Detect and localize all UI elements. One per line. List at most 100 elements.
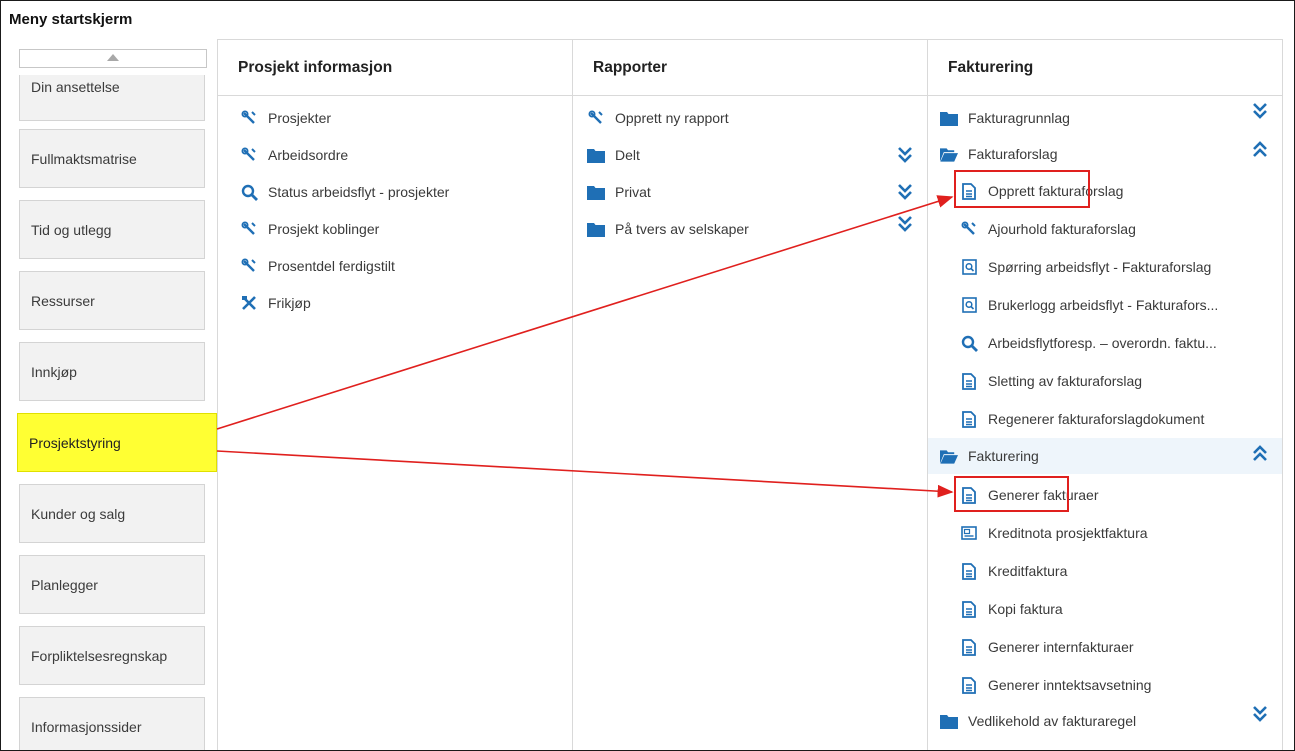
folder-icon: [587, 220, 605, 238]
menu-item-label: Frikjøp: [268, 295, 311, 311]
folder-icon: [940, 109, 958, 127]
chevron-double-up-icon[interactable]: [1252, 140, 1268, 158]
sidebar-item-ressurser[interactable]: Ressurser: [19, 271, 205, 330]
menu-item-generer-inntektsavsetning[interactable]: Generer inntektsavsetning: [928, 667, 1282, 703]
menu-item-label: Prosentdel ferdigstilt: [268, 258, 395, 274]
menu-item-sletting-av-fakturaforslag[interactable]: Sletting av fakturaforslag: [928, 363, 1282, 399]
menu-item-label: Spørring arbeidsflyt - Fakturaforslag: [988, 259, 1212, 275]
query-document-icon: [960, 296, 978, 314]
sidebar-item-label: Tid og utlegg: [31, 221, 112, 238]
folder-icon: [940, 712, 958, 730]
chevron-double-down-icon[interactable]: [897, 215, 913, 233]
menu-item-generer-internfakturaer[interactable]: Generer internfakturaer: [928, 629, 1282, 665]
folder-icon: [587, 146, 605, 164]
column-rapporter: Rapporter Opprett ny rapport Delt Privat…: [572, 40, 927, 750]
menu-item-kreditfaktura[interactable]: Kreditfaktura: [928, 553, 1282, 589]
chevron-double-down-icon[interactable]: [1252, 102, 1268, 120]
sidebar-item-label: Forpliktelsesregnskap: [31, 647, 168, 664]
tools-icon: [960, 220, 978, 238]
menu-item-regenerer-fakturaforslagdokument[interactable]: Regenerer fakturaforslagdokument: [928, 401, 1282, 437]
menu-item-ajourhold-fakturaforslag[interactable]: Ajourhold fakturaforslag: [928, 211, 1282, 247]
menu-item-label: Status arbeidsflyt - prosjekter: [268, 184, 450, 200]
sidebar-item-planlegger[interactable]: Planlegger: [19, 555, 205, 614]
window-title: Meny startskjerm: [9, 11, 133, 28]
menu-item-label: Fakturaforslag: [968, 146, 1058, 162]
menu-item-status-arbeidsflyt[interactable]: Status arbeidsflyt - prosjekter: [218, 174, 572, 210]
sidebar-item-din-ansettelse[interactable]: Din ansettelse: [19, 75, 205, 121]
menu-item-label: Generer inntektsavsetning: [988, 677, 1152, 693]
menu-item-kreditnota-prosjektfaktura[interactable]: Kreditnota prosjektfaktura: [928, 515, 1282, 551]
menu-item-opprett-ny-rapport[interactable]: Opprett ny rapport: [573, 100, 927, 136]
menu-item-sporring-arbeidsflyt[interactable]: Spørring arbeidsflyt - Fakturaforslag: [928, 249, 1282, 285]
scroll-up-button[interactable]: [19, 49, 207, 68]
menu-item-label: Arbeidsordre: [268, 147, 349, 163]
sidebar-item-forpliktelsesregnskap[interactable]: Forpliktelsesregnskap: [19, 626, 205, 685]
search-icon: [240, 183, 258, 201]
tools-icon: [240, 109, 258, 127]
folder-fakturagrunnlag[interactable]: Fakturagrunnlag: [928, 100, 1282, 136]
sidebar-item-label: Fullmaktsmatrise: [31, 150, 137, 167]
sidebar-item-label: Prosjektstyring: [29, 434, 121, 451]
folder-delt[interactable]: Delt: [573, 137, 927, 173]
tools-icon: [587, 109, 605, 127]
menu-item-prosentdel-ferdigstilt[interactable]: Prosentdel ferdigstilt: [218, 248, 572, 284]
column-title: Fakturering: [928, 40, 1282, 96]
document-icon: [960, 372, 978, 390]
menu-item-label: Vedlikehold av fakturaregel: [968, 713, 1137, 729]
menu-columns: Prosjekt informasjon Prosjekter Arbeidso…: [217, 39, 1283, 750]
menu-item-label: Kopi faktura: [988, 601, 1063, 617]
tools-icon: [240, 146, 258, 164]
menu-item-label: Prosjekt koblinger: [268, 221, 380, 237]
menu-item-label: Generer internfakturaer: [988, 639, 1134, 655]
arrow-up-icon: [107, 54, 119, 61]
tools-cross-icon: [240, 294, 258, 312]
folder-pa-tvers-av-selskaper[interactable]: På tvers av selskaper: [573, 211, 927, 247]
menu-item-label: Ajourhold fakturaforslag: [988, 221, 1136, 237]
search-icon: [960, 334, 978, 352]
sidebar-item-fullmaktsmatrise[interactable]: Fullmaktsmatrise: [19, 129, 205, 188]
folder-privat[interactable]: Privat: [573, 174, 927, 210]
chevron-double-down-icon[interactable]: [1252, 705, 1268, 723]
document-icon: [960, 638, 978, 656]
menu-item-arbeidsflytforesp[interactable]: Arbeidsflytforesp. – overordn. faktu...: [928, 325, 1282, 361]
menu-item-label: Privat: [615, 184, 651, 200]
folder-fakturering[interactable]: Fakturering: [928, 438, 1282, 474]
folder-open-icon: [940, 447, 958, 465]
menu-item-label: Kreditfaktura: [988, 563, 1068, 579]
document-icon: [960, 410, 978, 428]
sidebar-item-label: Kunder og salg: [31, 505, 126, 522]
menu-item-label: På tvers av selskaper: [615, 221, 749, 237]
folder-fakturaforslag[interactable]: Fakturaforslag: [928, 136, 1282, 172]
sidebar-item-tid-og-utlegg[interactable]: Tid og utlegg: [19, 200, 205, 259]
menu-item-label: Fakturagrunnlag: [968, 110, 1070, 126]
menu-item-prosjekter[interactable]: Prosjekter: [218, 100, 572, 136]
column-title: Rapporter: [573, 40, 927, 96]
menu-window: Meny startskjerm Din ansettelse Fullmakt…: [0, 0, 1295, 751]
sidebar-item-kunder-og-salg[interactable]: Kunder og salg: [19, 484, 205, 543]
menu-item-label: Opprett ny rapport: [615, 110, 729, 126]
document-icon: [960, 676, 978, 694]
chevron-double-up-icon[interactable]: [1252, 444, 1268, 462]
menu-item-label: Delt: [615, 147, 640, 163]
sidebar-item-innkjop[interactable]: Innkjøp: [19, 342, 205, 401]
menu-item-label: Fakturering: [968, 448, 1039, 464]
menu-item-label: Sletting av fakturaforslag: [988, 373, 1143, 389]
sidebar-item-label: Din ansettelse: [31, 79, 120, 95]
column-fakturering: Fakturering Fakturagrunnlag Fakturaforsl…: [927, 40, 1283, 750]
folder-icon: [587, 183, 605, 201]
sidebar-item-prosjektstyring[interactable]: Prosjektstyring: [17, 413, 217, 472]
document-icon: [960, 600, 978, 618]
menu-item-brukerlogg-arbeidsflyt[interactable]: Brukerlogg arbeidsflyt - Fakturafors...: [928, 287, 1282, 323]
chevron-double-down-icon[interactable]: [897, 146, 913, 164]
chevron-double-down-icon[interactable]: [897, 183, 913, 201]
menu-item-kopi-faktura[interactable]: Kopi faktura: [928, 591, 1282, 627]
sidebar-item-label: Planlegger: [31, 576, 98, 593]
tools-icon: [240, 257, 258, 275]
menu-item-arbeidsordre[interactable]: Arbeidsordre: [218, 137, 572, 173]
folder-vedlikehold-av-fakturaregel[interactable]: Vedlikehold av fakturaregel: [928, 703, 1282, 739]
menu-item-label: Arbeidsflytforesp. – overordn. faktu...: [988, 335, 1217, 351]
sidebar-item-informasjonssider[interactable]: Informasjonssider: [19, 697, 205, 750]
menu-item-prosjekt-koblinger[interactable]: Prosjekt koblinger: [218, 211, 572, 247]
sidebar-item-label: Innkjøp: [31, 363, 77, 380]
menu-item-frikjop[interactable]: Frikjøp: [218, 285, 572, 321]
